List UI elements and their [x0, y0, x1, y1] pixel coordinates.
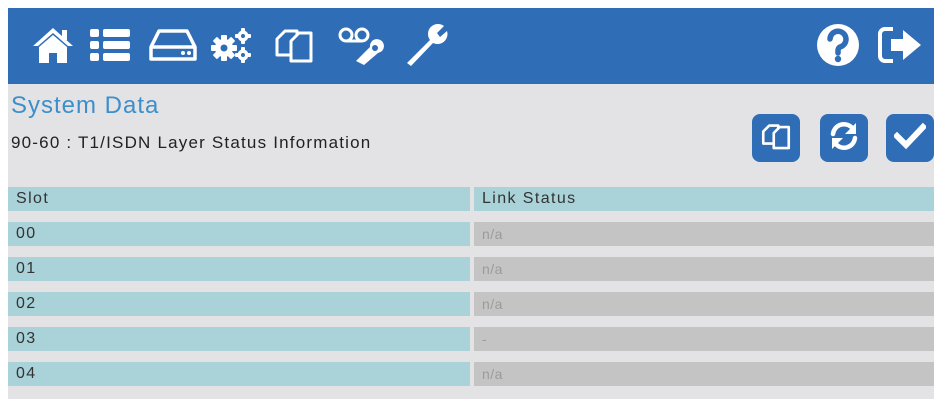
table-row: 02 n/a [8, 292, 934, 316]
status-table: Slot Link Status 00 n/a 01 n/a 02 n/a 03… [8, 187, 934, 397]
help-icon[interactable] [814, 22, 862, 68]
page-subtitle: 90-60 : T1/ISDN Layer Status Information [11, 133, 372, 152]
refresh-button[interactable] [820, 114, 868, 162]
slot-column-header: Slot [8, 187, 470, 211]
table-header-row: Slot Link Status [8, 187, 934, 211]
table-row: 03 - [8, 327, 934, 351]
home-icon[interactable] [30, 22, 76, 68]
slot-cell: 04 [8, 362, 470, 386]
link-status-cell: n/a [474, 222, 934, 246]
top-toolbar [8, 8, 934, 84]
refresh-icon [828, 120, 860, 157]
copy-icon[interactable] [272, 22, 316, 68]
drive-icon[interactable] [148, 22, 198, 68]
link-status-column-header: Link Status [474, 187, 934, 211]
logout-icon[interactable] [876, 22, 924, 68]
table-row: 01 n/a [8, 257, 934, 281]
wrench-icon[interactable] [404, 22, 450, 68]
page-title: System Data [11, 92, 160, 119]
link-status-cell: n/a [474, 362, 934, 386]
table-row: 04 n/a [8, 362, 934, 386]
voicemail-icon[interactable] [336, 22, 386, 68]
apply-button[interactable] [886, 114, 934, 162]
link-status-cell: n/a [474, 292, 934, 316]
link-status-cell: - [474, 327, 934, 351]
gears-icon[interactable] [210, 22, 254, 68]
slot-cell: 03 [8, 327, 470, 351]
link-status-cell: n/a [474, 257, 934, 281]
slot-cell: 02 [8, 292, 470, 316]
app-frame: System Data 90-60 : T1/ISDN Layer Status… [8, 8, 934, 399]
list-icon[interactable] [88, 22, 132, 68]
copy-icon [760, 121, 792, 156]
slot-cell: 00 [8, 222, 470, 246]
copy-button[interactable] [752, 114, 800, 162]
slot-cell: 01 [8, 257, 470, 281]
table-row: 00 n/a [8, 222, 934, 246]
check-icon [892, 122, 928, 155]
